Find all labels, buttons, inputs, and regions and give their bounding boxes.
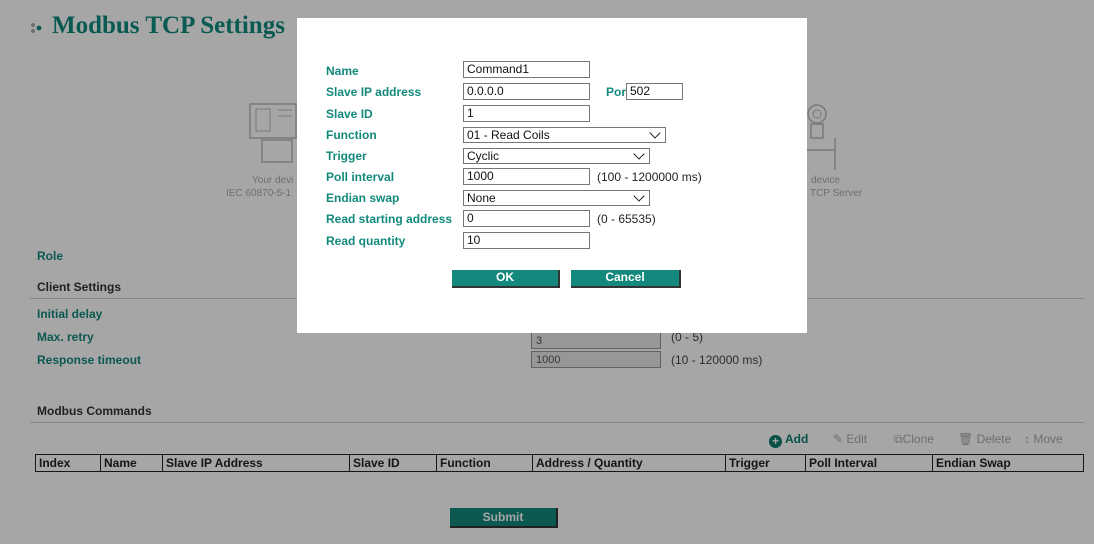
- chevron-down-icon: [649, 127, 661, 139]
- chevron-down-icon: [633, 148, 645, 160]
- dialog-slave-ip-input[interactable]: 0.0.0.0: [463, 83, 590, 100]
- command-dialog: Name Command1 Slave IP address 0.0.0.0 P…: [297, 18, 807, 333]
- dialog-read-start-range: (0 - 65535): [597, 212, 656, 226]
- dialog-slave-ip-label: Slave IP address: [326, 85, 422, 99]
- dialog-name-label: Name: [326, 64, 359, 78]
- dialog-endian-swap-select[interactable]: None: [463, 190, 650, 206]
- dialog-read-quantity-label: Read quantity: [326, 234, 406, 248]
- chevron-down-icon: [633, 190, 645, 202]
- dialog-function-label: Function: [326, 128, 377, 142]
- dialog-poll-interval-label: Poll interval: [326, 170, 395, 184]
- dialog-read-quantity-input[interactable]: 10: [463, 232, 590, 249]
- dialog-trigger-select[interactable]: Cyclic: [463, 148, 650, 164]
- dialog-trigger-label: Trigger: [326, 149, 367, 163]
- dialog-function-value: 01 - Read Coils: [467, 128, 550, 142]
- dialog-ok-button[interactable]: OK: [452, 270, 560, 288]
- dialog-poll-interval-range: (100 - 1200000 ms): [597, 170, 702, 184]
- dialog-name-input[interactable]: Command1: [463, 61, 590, 78]
- dialog-trigger-value: Cyclic: [467, 149, 499, 163]
- dialog-function-select[interactable]: 01 - Read Coils: [463, 127, 666, 143]
- dialog-read-start-label: Read starting address: [326, 212, 453, 226]
- dialog-cancel-button[interactable]: Cancel: [571, 270, 681, 288]
- dialog-endian-swap-value: None: [467, 191, 496, 205]
- dialog-poll-interval-input[interactable]: 1000: [463, 168, 590, 185]
- dialog-slave-id-label: Slave ID: [326, 107, 373, 121]
- dialog-endian-swap-label: Endian swap: [326, 191, 400, 205]
- dialog-slave-id-input[interactable]: 1: [463, 105, 590, 122]
- dialog-port-input[interactable]: 502: [626, 83, 683, 100]
- dialog-read-start-input[interactable]: 0: [463, 210, 590, 227]
